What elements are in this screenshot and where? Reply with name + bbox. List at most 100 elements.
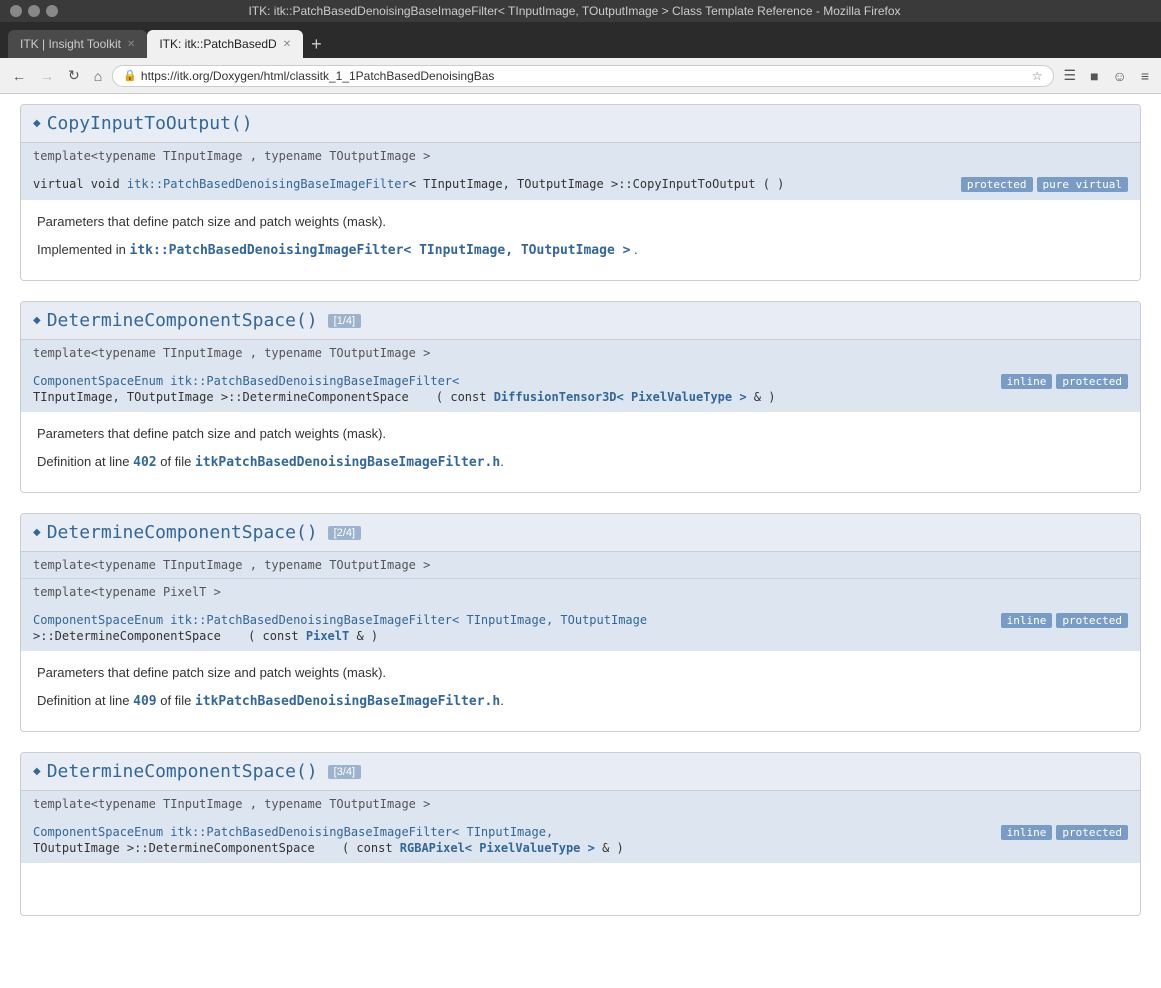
sig-right-2: inline protected — [1001, 374, 1128, 389]
method-body-4 — [21, 863, 1140, 915]
home-button[interactable]: ⌂ — [90, 66, 106, 86]
method-name-3: DetermineComponentSpace() — [47, 522, 318, 543]
window-maximize-btn[interactable] — [46, 5, 58, 17]
sig-line2-3: >::DetermineComponentSpace ( const Pixel… — [33, 629, 993, 643]
method-template-3b: template<typename PixelT > — [21, 578, 1140, 605]
method-signature-1: virtual void itk::PatchBasedDenoisingBas… — [21, 169, 1140, 200]
pixelt-link[interactable]: PixelT — [306, 629, 349, 643]
method-header-2: ◆ DetermineComponentSpace() [1/4] — [21, 302, 1140, 340]
tab2-close[interactable]: ✕ — [283, 39, 291, 50]
back-button[interactable]: ← — [8, 66, 30, 86]
method-template-4: template<typename TInputImage , typename… — [21, 791, 1140, 817]
method-tag-2: [1/4] — [328, 314, 361, 328]
window-close-btn[interactable] — [10, 5, 22, 17]
sig-line1-4: ComponentSpaceEnum itk::PatchBasedDenois… — [33, 825, 993, 839]
title-bar: ITK: itk::PatchBasedDenoisingBaseImageFi… — [0, 0, 1161, 22]
tab-bar: ITK | Insight Toolkit ✕ ITK: itk::PatchB… — [0, 22, 1161, 58]
tab-itk-home[interactable]: ITK | Insight Toolkit ✕ — [8, 30, 147, 58]
sig-line2-2: TInputImage, TOutputImage >::DetermineCo… — [33, 390, 993, 404]
method-tag-3: [2/4] — [328, 526, 361, 540]
sig-left-3: ComponentSpaceEnum itk::PatchBasedDenois… — [33, 613, 993, 643]
method-header-3: ◆ DetermineComponentSpace() [2/4] — [21, 514, 1140, 552]
window-controls[interactable] — [10, 5, 58, 17]
method-section-dcs-1: ◆ DetermineComponentSpace() [1/4] templa… — [20, 301, 1141, 493]
security-icon: 🔒 — [123, 69, 137, 82]
method-header-4: ◆ DetermineComponentSpace() [3/4] — [21, 753, 1140, 791]
badge-protected-2: protected — [1056, 374, 1128, 389]
sig-line2-4: TOutputImage >::DetermineComponentSpace … — [33, 841, 993, 855]
badge-pure-virtual-1: pure virtual — [1037, 177, 1128, 192]
diamond-icon-2: ◆ — [33, 315, 41, 326]
method-section-copyinputtooutput: ◆ CopyInputToOutput() template<typename … — [20, 104, 1141, 281]
method-signature-4: ComponentSpaceEnum itk::PatchBasedDenois… — [21, 817, 1140, 863]
address-icons: ☆ — [1032, 69, 1043, 83]
method-tag-4: [3/4] — [328, 765, 361, 779]
main-content: ◆ CopyInputToOutput() template<typename … — [0, 94, 1161, 946]
def-file-link-3[interactable]: itkPatchBasedDenoisingBaseImageFilter.h — [195, 694, 500, 709]
method-template-1: template<typename TInputImage , typename… — [21, 143, 1140, 169]
sig-right-3: inline protected — [1001, 613, 1128, 628]
method-signature-2: ComponentSpaceEnum itk::PatchBasedDenois… — [21, 366, 1140, 412]
sig-right-1: protected pure virtual — [961, 177, 1128, 192]
method-name-4: DetermineComponentSpace() — [47, 761, 318, 782]
address-field[interactable]: 🔒 https://itk.org/Doxygen/html/classitk_… — [112, 65, 1053, 87]
badge-protected-4: protected — [1056, 825, 1128, 840]
sig-link-3[interactable]: ComponentSpaceEnum itk::PatchBasedDenois… — [33, 613, 647, 627]
body-text-1a: Parameters that define patch size and pa… — [37, 212, 1124, 232]
tab-current[interactable]: ITK: itk::PatchBasedD ✕ — [147, 30, 303, 58]
window-minimize-btn[interactable] — [28, 5, 40, 17]
sig-prefix-1: virtual void — [33, 177, 127, 191]
profile-button[interactable]: ☺ — [1109, 66, 1131, 86]
method-body-1: Parameters that define patch size and pa… — [21, 200, 1140, 280]
badge-inline-4: inline — [1001, 825, 1053, 840]
badge-inline-2: inline — [1001, 374, 1053, 389]
body-text-4a — [37, 875, 1124, 895]
body-text-3a: Parameters that define patch size and pa… — [37, 663, 1124, 683]
method-body-2: Parameters that define patch size and pa… — [21, 412, 1140, 492]
tab1-label: ITK | Insight Toolkit — [20, 37, 121, 51]
sig-link-2[interactable]: ComponentSpaceEnum itk::PatchBasedDenois… — [33, 374, 459, 388]
reload-button[interactable]: ↻ — [64, 65, 84, 86]
sig-link-4[interactable]: ComponentSpaceEnum itk::PatchBasedDenois… — [33, 825, 553, 839]
rgba-pixel-link[interactable]: RGBAPixel< PixelValueType > — [400, 841, 595, 855]
sig-left-4: ComponentSpaceEnum itk::PatchBasedDenois… — [33, 825, 993, 855]
window-title: ITK: itk::PatchBasedDenoisingBaseImageFi… — [58, 4, 1091, 18]
def-line-number-2[interactable]: 402 — [133, 455, 156, 470]
new-tab-button[interactable]: + — [303, 30, 330, 58]
tab1-close[interactable]: ✕ — [127, 39, 135, 50]
badge-protected-1: protected — [961, 177, 1033, 192]
bookmark-icon[interactable]: ☆ — [1032, 69, 1043, 83]
badge-inline-3: inline — [1001, 613, 1053, 628]
method-section-dcs-3: ◆ DetermineComponentSpace() [3/4] templa… — [20, 752, 1141, 916]
sig-left-2: ComponentSpaceEnum itk::PatchBasedDenois… — [33, 374, 993, 404]
body-text-2a: Parameters that define patch size and pa… — [37, 424, 1124, 444]
implemented-link-1[interactable]: itk::PatchBasedDenoisingImageFilter< TIn… — [130, 243, 631, 258]
tab2-label: ITK: itk::PatchBasedD — [159, 37, 276, 51]
sig-right-4: inline protected — [1001, 825, 1128, 840]
def-line-number-3[interactable]: 409 — [133, 694, 156, 709]
menu-button[interactable]: ≡ — [1137, 66, 1153, 86]
bookmarks-button[interactable]: ☰ — [1060, 65, 1081, 86]
method-body-3: Parameters that define patch size and pa… — [21, 651, 1140, 731]
sig-line1-3: ComponentSpaceEnum itk::PatchBasedDenois… — [33, 613, 993, 627]
def-line-2: Definition at line 402 of file itkPatchB… — [37, 452, 1124, 473]
implemented-line-1: Implemented in itk::PatchBasedDenoisingI… — [37, 240, 1124, 261]
method-template-3a: template<typename TInputImage , typename… — [21, 552, 1140, 578]
forward-button[interactable]: → — [36, 66, 58, 86]
method-name-1: CopyInputToOutput() — [47, 113, 253, 134]
method-header-1: ◆ CopyInputToOutput() — [21, 105, 1140, 143]
diamond-icon-1: ◆ — [33, 118, 41, 129]
diffusion-tensor-link[interactable]: DiffusionTensor3D< PixelValueType > — [494, 390, 747, 404]
sig-suffix-1: < TInputImage, TOutputImage >::CopyInput… — [409, 177, 785, 191]
badge-protected-3: protected — [1056, 613, 1128, 628]
sig-link-1[interactable]: itk::PatchBasedDenoisingBaseImageFilter — [127, 177, 409, 191]
def-file-link-2[interactable]: itkPatchBasedDenoisingBaseImageFilter.h — [195, 455, 500, 470]
method-template-2: template<typename TInputImage , typename… — [21, 340, 1140, 366]
def-line-3: Definition at line 409 of file itkPatchB… — [37, 691, 1124, 712]
method-section-dcs-2: ◆ DetermineComponentSpace() [2/4] templa… — [20, 513, 1141, 732]
sig-left-1: virtual void itk::PatchBasedDenoisingBas… — [33, 177, 953, 191]
method-name-2: DetermineComponentSpace() — [47, 310, 318, 331]
diamond-icon-4: ◆ — [33, 766, 41, 777]
extensions-button[interactable]: ■ — [1086, 66, 1102, 86]
diamond-icon-3: ◆ — [33, 527, 41, 538]
